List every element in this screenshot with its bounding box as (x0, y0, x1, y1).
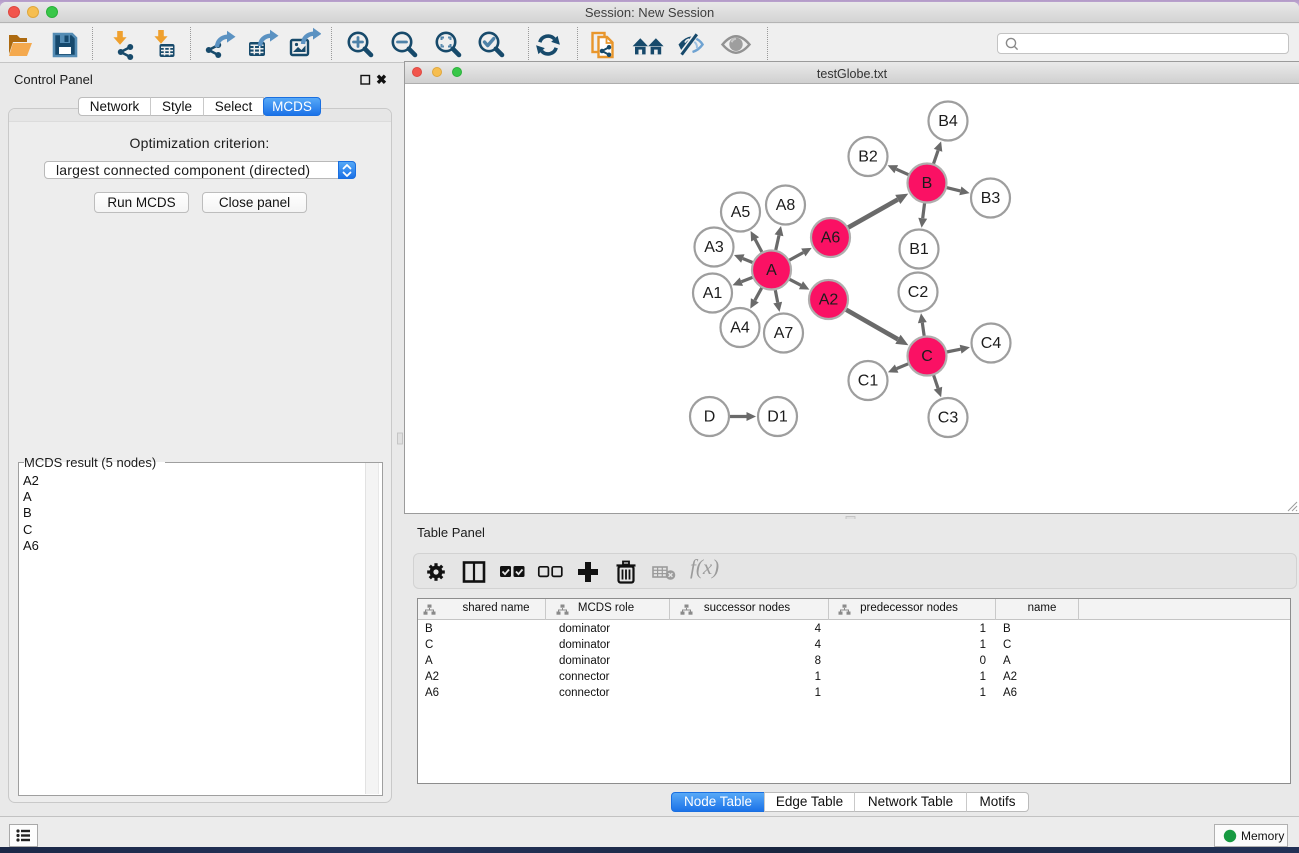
svg-text:A4: A4 (730, 320, 750, 337)
svg-text:A2: A2 (819, 292, 839, 309)
svg-text:C1: C1 (858, 373, 879, 390)
svg-text:B1: B1 (909, 241, 929, 258)
svg-text:A6: A6 (821, 230, 841, 247)
svg-text:D: D (704, 409, 716, 426)
svg-text:D1: D1 (767, 409, 788, 426)
svg-text:B4: B4 (938, 113, 958, 130)
svg-text:A5: A5 (731, 204, 751, 221)
svg-text:A1: A1 (703, 285, 723, 302)
svg-text:B: B (922, 175, 933, 192)
svg-text:C2: C2 (908, 284, 929, 301)
svg-text:A7: A7 (774, 325, 794, 342)
svg-text:A8: A8 (776, 197, 796, 214)
svg-text:A: A (766, 262, 777, 279)
svg-text:A3: A3 (704, 239, 724, 256)
svg-text:B2: B2 (858, 149, 878, 166)
svg-text:B3: B3 (981, 190, 1001, 207)
svg-text:C3: C3 (938, 410, 959, 427)
svg-text:C4: C4 (981, 335, 1002, 352)
svg-text:C: C (921, 348, 933, 365)
